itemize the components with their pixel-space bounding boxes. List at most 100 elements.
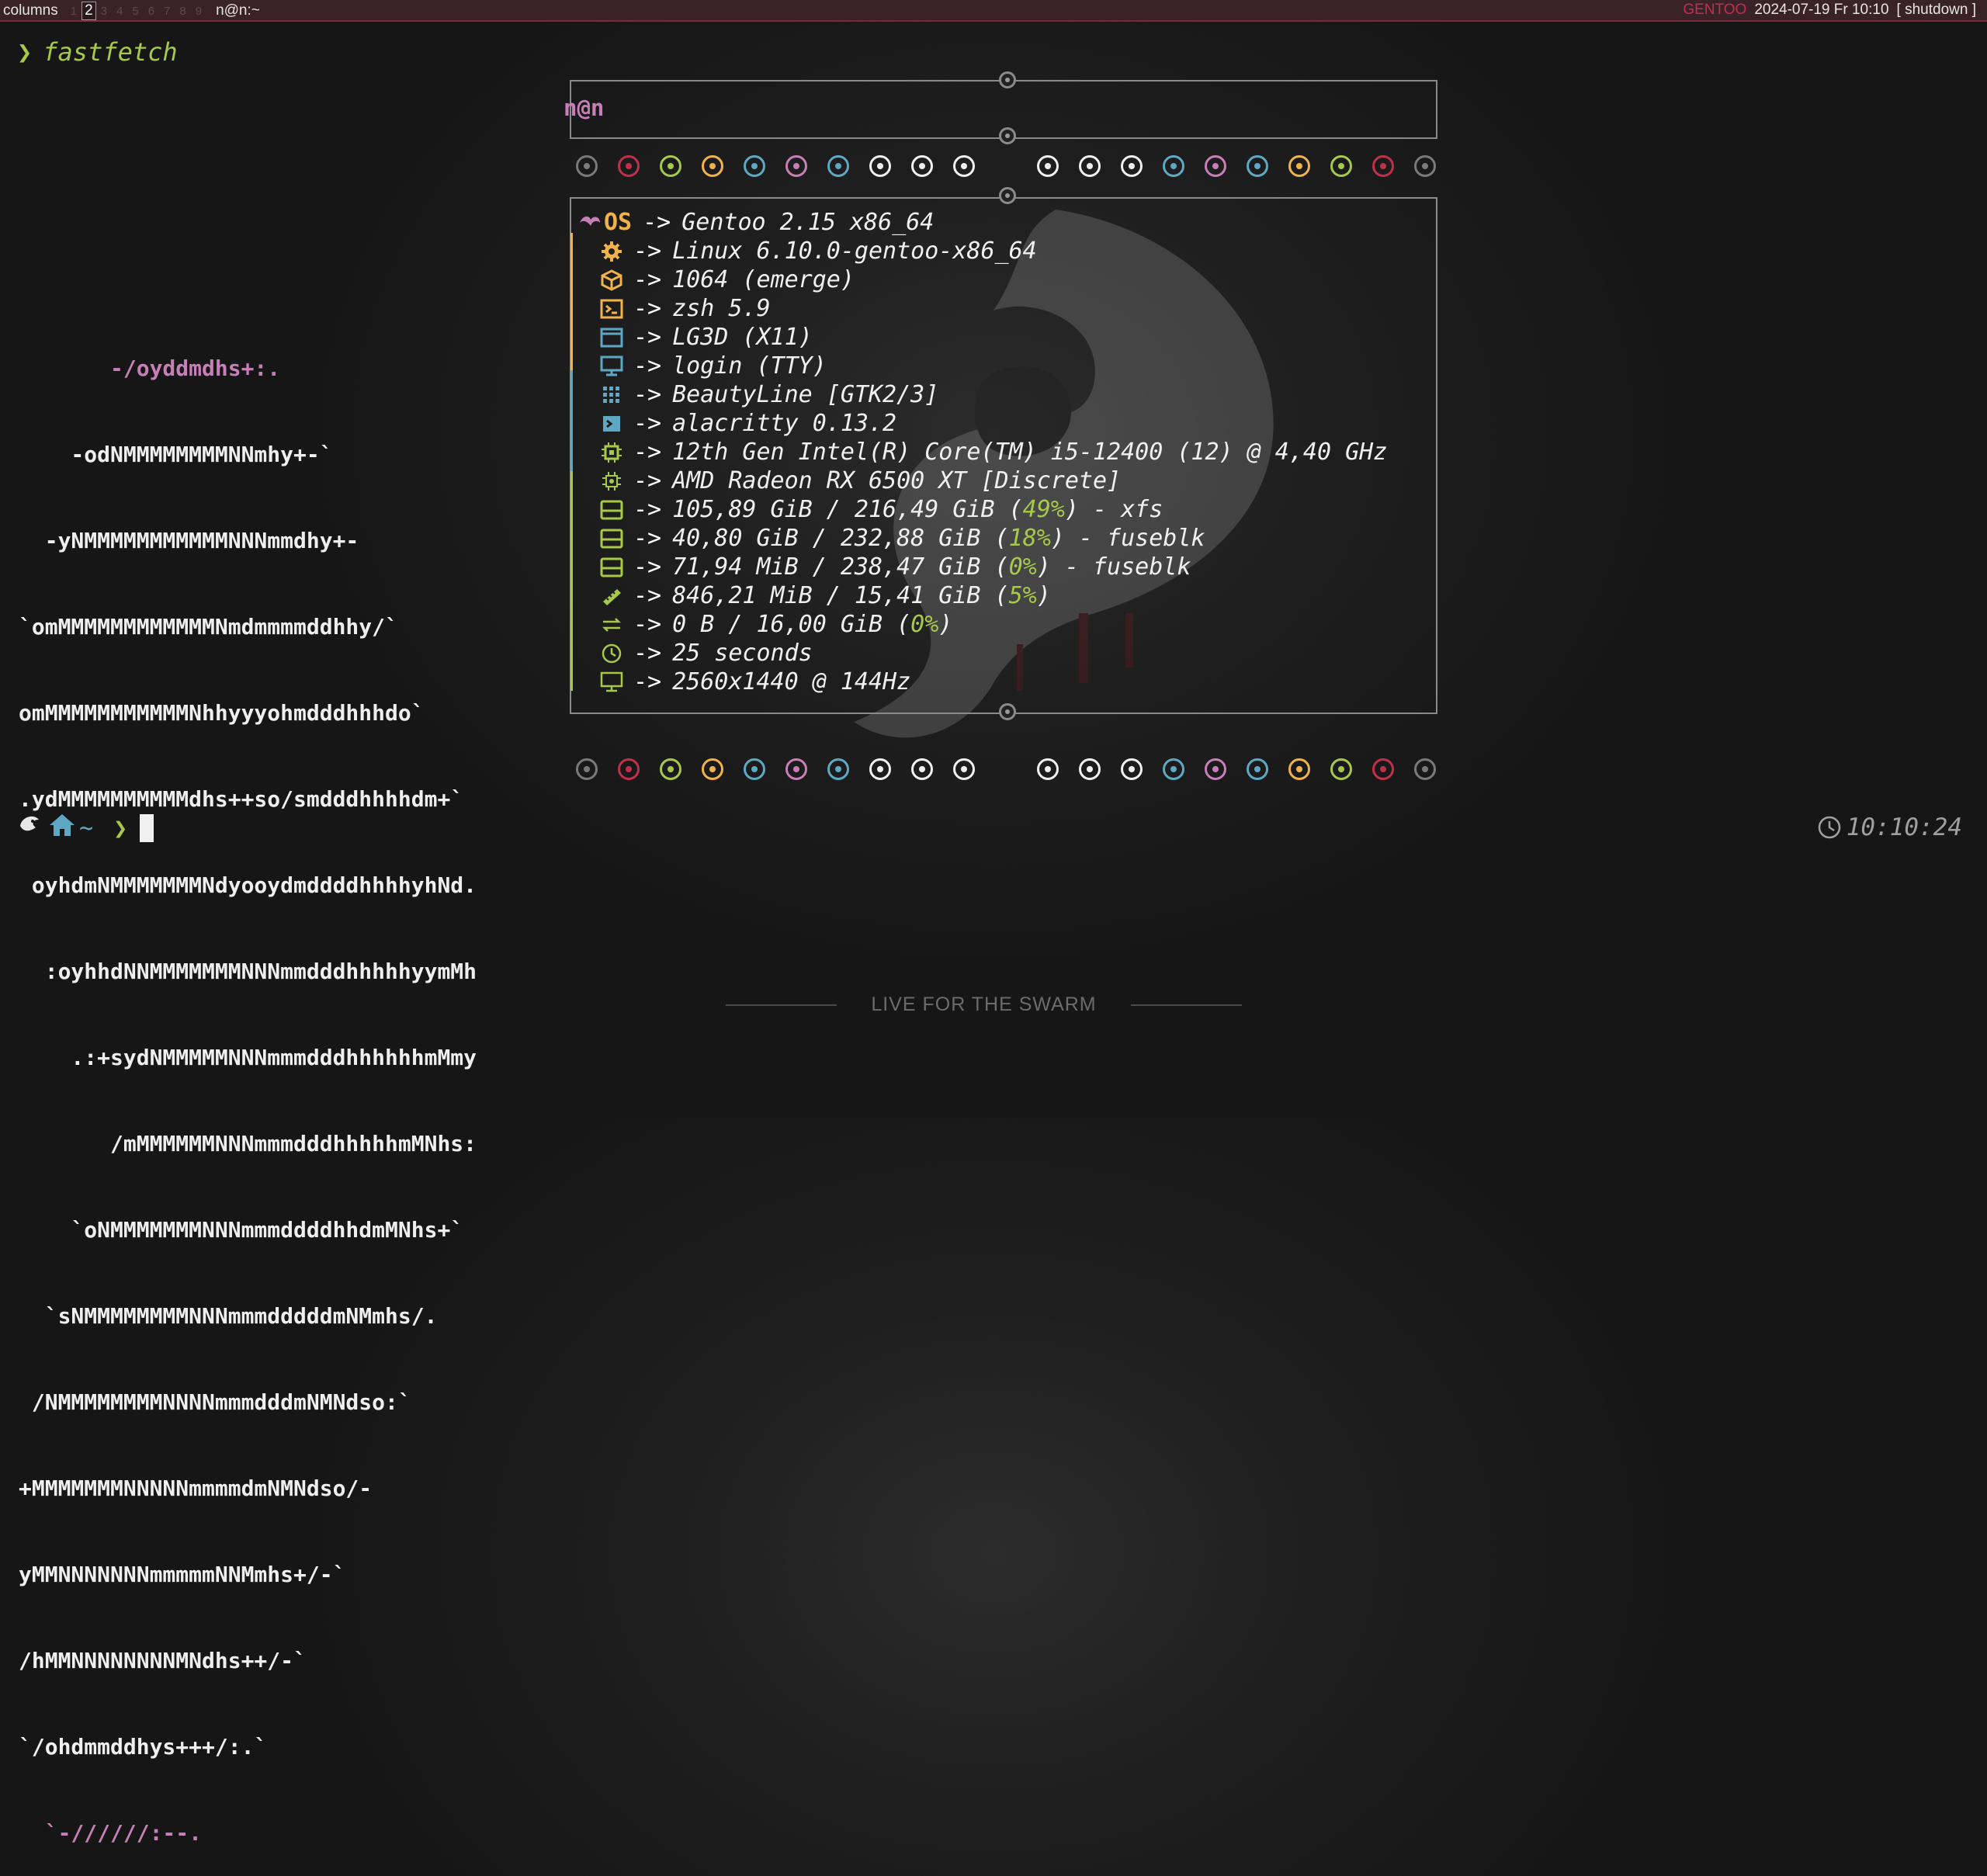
ascii-line: /mMMMMMMNNNmmmdddhhhhhmMNhs:: [19, 1131, 477, 1156]
slogan-text: LIVE FOR THE SWARM: [871, 993, 1097, 1015]
info-row-gpu: -> AMD Radeon RX 6500 XT [Discrete]: [576, 466, 1387, 495]
palette-dot: [1372, 758, 1394, 780]
home-icon: [48, 813, 76, 844]
palette-dot: [869, 758, 891, 780]
package-icon: [598, 269, 626, 291]
arrow: ->: [633, 467, 662, 494]
disk-value: 40,80 GiB / 232,88 GiB (: [672, 525, 1009, 552]
arrow: ->: [633, 410, 662, 437]
user-host: n@n: [564, 95, 605, 121]
ascii-logo: -/oyddmdhs+:. -odNMMMMMMMMNNmhy+-` -yNMM…: [19, 296, 477, 1876]
arrow: ->: [633, 352, 662, 380]
memory-icon: [598, 586, 626, 606]
text-cursor[interactable]: [140, 814, 154, 842]
palette-dot: [1163, 155, 1184, 177]
grid-icon: [598, 385, 626, 405]
kernel-value: Linux 6.10.0-gentoo-x86_64: [672, 238, 1037, 265]
workspace-5[interactable]: 5: [127, 5, 143, 18]
arrow: ->: [633, 496, 662, 523]
palette-dot: [827, 155, 849, 177]
arrow: ->: [633, 266, 662, 293]
window-icon: [598, 328, 626, 348]
palette-dot: [1121, 155, 1143, 177]
workspace-2[interactable]: 2: [81, 2, 96, 20]
os-label: OS: [604, 209, 633, 236]
clock-time: 10:10:24: [1846, 813, 1962, 841]
palette-dot: [785, 155, 807, 177]
display-value: 2560x1440 @ 144Hz: [672, 668, 911, 695]
workspace-1[interactable]: 1: [66, 5, 81, 18]
arrow: ->: [633, 439, 662, 466]
arrow: ->: [633, 611, 662, 638]
ascii-line: /hMMNNNNNNNNMNdhs++/-`: [19, 1648, 307, 1673]
palette-dot: [576, 758, 598, 780]
info-row-disk-2: -> 40,80 GiB / 232,88 GiB (18%) - fuseblk: [576, 524, 1387, 553]
uptime-value: 25 seconds: [672, 640, 813, 667]
prompt-clock: 10:10:24: [1817, 813, 1962, 841]
swap-icon: [598, 616, 626, 634]
prompt-chevron: ❯: [17, 37, 33, 67]
arrow: ->: [633, 553, 662, 581]
info-row-kernel: -> Linux 6.10.0-gentoo-x86_64: [576, 237, 1387, 265]
workspace-7[interactable]: 7: [159, 5, 175, 18]
display-icon: [598, 671, 626, 693]
palette-dot: [869, 155, 891, 177]
info-row-swap: -> 0 B / 16,00 GiB (0%): [576, 610, 1387, 639]
palette-dot: [1079, 758, 1101, 780]
info-row-theme: -> BeautyLine [GTK2/3]: [576, 380, 1387, 409]
palette-dot: [1037, 758, 1059, 780]
os-value: Gentoo 2.15 x86_64: [681, 209, 935, 236]
palette-dot: [618, 155, 640, 177]
info-row-login: -> login (TTY): [576, 352, 1387, 380]
cpu-icon: [598, 441, 626, 464]
arrow: ->: [633, 295, 662, 322]
palette-dot: [827, 758, 849, 780]
palette-dot: [911, 758, 933, 780]
disk-fs: ) - fuseblk: [1050, 525, 1205, 552]
wm-value: LG3D (X11): [672, 324, 813, 351]
info-row-packages: -> 1064 (emerge): [576, 265, 1387, 294]
palette-dot: [1205, 758, 1226, 780]
arrow: ->: [633, 640, 662, 667]
ascii-line: oyhdmNMMMMMMMNdyooydmddddhhhhyhNd.: [19, 872, 477, 898]
disk-icon: [598, 500, 626, 520]
ascii-line: .ydMMMMMMMMMMdhs++so/smdddhhhhdm+`: [19, 786, 464, 812]
swap-percent: 0%: [910, 611, 939, 638]
datetime[interactable]: 2024-07-19 Fr 10:10: [1754, 2, 1888, 19]
memory-close: ): [1036, 582, 1051, 609]
console-icon: [598, 414, 626, 433]
workspace-6[interactable]: 6: [144, 5, 159, 18]
workspace-3[interactable]: 3: [96, 5, 112, 18]
palette-dot: [618, 758, 640, 780]
disk-value: 71,94 MiB / 238,47 GiB (: [672, 553, 1009, 581]
packages-value: 1064 (emerge): [672, 266, 855, 293]
workspace-8[interactable]: 8: [175, 5, 190, 18]
terminal-icon: [598, 299, 626, 319]
ascii-line: .:+sydNMMMMMNNNmmmdddhhhhhhmMmy: [19, 1045, 477, 1070]
info-row-display: -> 2560x1440 @ 144Hz: [576, 668, 1387, 696]
tree-connector: [570, 233, 573, 691]
ascii-line: `/ohdmmddhys+++/:.`: [19, 1734, 268, 1760]
palette-dot: [953, 758, 975, 780]
gear-icon: [598, 241, 626, 262]
workspace-9[interactable]: 9: [191, 5, 206, 18]
system-info-list: OS -> Gentoo 2.15 x86_64 -> Linux 6.10.0-ge…: [576, 208, 1387, 696]
swap-value: 0 B / 16,00 GiB (: [672, 611, 911, 638]
frame-knob: [999, 71, 1016, 88]
ascii-line: `sNMMMMMMMMNNNmmmdddddmNMmhs/.: [19, 1303, 438, 1329]
ascii-line: -/oyddmdhs+:.: [19, 355, 281, 381]
command-text: fastfetch: [43, 37, 178, 67]
arrow: ->: [643, 209, 671, 236]
layout-indicator[interactable]: columns: [3, 2, 58, 19]
arrow: ->: [633, 525, 662, 552]
gentoo-icon: [576, 213, 604, 232]
ascii-line: `oNMMMMMMMNNNmmmddddhhdmMNhs+`: [19, 1217, 464, 1243]
palette-dot: [1288, 155, 1310, 177]
shutdown-button[interactable]: [ shutdown ]: [1897, 2, 1976, 19]
memory-value: 846,21 MiB / 15,41 GiB (: [672, 582, 1009, 609]
frame-knob: [999, 127, 1016, 144]
palette-dot: [1414, 155, 1436, 177]
palette-dot: [576, 155, 598, 177]
workspace-4[interactable]: 4: [112, 5, 127, 18]
window-title: n@n:~: [216, 2, 260, 19]
